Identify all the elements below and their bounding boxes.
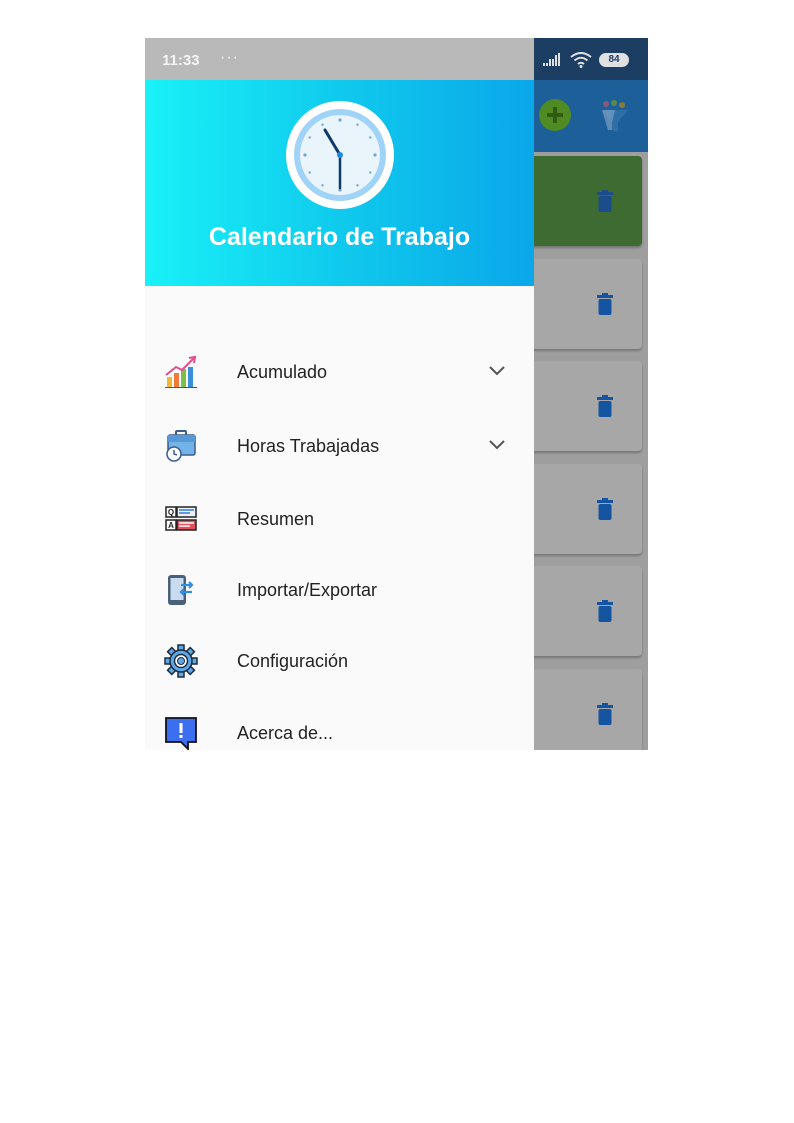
menu-item-configuracion[interactable]: Configuración — [145, 633, 534, 689]
background-card[interactable] — [520, 259, 642, 349]
filter-icon[interactable] — [600, 100, 630, 134]
background-card[interactable] — [520, 669, 642, 750]
background-card[interactable] — [520, 464, 642, 554]
battery-indicator: 84 — [599, 53, 629, 67]
menu-item-label: Acerca de... — [237, 723, 334, 743]
trash-icon[interactable] — [597, 293, 613, 315]
background-card[interactable] — [520, 156, 642, 246]
phone-screen: 84 11:33 ··· Calendario de Trabajo Acumu… — [145, 38, 648, 750]
info-message-icon — [165, 717, 197, 750]
signal-icon — [543, 53, 560, 66]
trash-icon[interactable] — [597, 190, 613, 212]
gear-icon — [164, 644, 198, 678]
qa-summary-icon: Q A — [165, 506, 197, 531]
menu-item-label: Horas Trabajadas — [237, 436, 380, 456]
trash-icon[interactable] — [597, 703, 613, 725]
chevron-down-icon[interactable] — [488, 364, 506, 378]
menu-item-acerca-de[interactable]: Acerca de... — [145, 705, 534, 750]
status-indicators: 84 — [543, 51, 643, 69]
chevron-down-icon[interactable] — [488, 438, 506, 452]
menu-item-acumulado[interactable]: Acumulado — [145, 344, 534, 400]
trash-icon[interactable] — [597, 395, 613, 417]
wifi-icon — [570, 52, 592, 68]
menu-item-importar-exportar[interactable]: Importar/Exportar — [145, 562, 534, 618]
background-card[interactable] — [520, 361, 642, 451]
menu-item-resumen[interactable]: Q A Resumen — [145, 491, 534, 547]
menu-item-horas-trabajadas[interactable]: Horas Trabajadas — [145, 418, 534, 474]
menu-item-label: Acumulado — [237, 362, 328, 382]
drawer-title: Calendario de Trabajo — [208, 223, 471, 251]
clock-icon — [286, 101, 394, 209]
menu-item-label: Importar/Exportar — [237, 580, 378, 600]
svg-text:A: A — [168, 521, 174, 530]
status-time: 11:33 — [162, 52, 200, 69]
briefcase-clock-icon — [166, 430, 196, 462]
trash-icon[interactable] — [597, 600, 613, 622]
chart-growth-icon — [165, 355, 197, 388]
trash-icon[interactable] — [597, 498, 613, 520]
drawer-header: Calendario de Trabajo — [145, 80, 534, 286]
background-card[interactable] — [520, 566, 642, 656]
menu-item-label: Configuración — [237, 651, 349, 671]
add-icon[interactable] — [539, 99, 571, 131]
status-bar: 11:33 ··· — [145, 38, 534, 80]
phone-transfer-icon — [168, 575, 194, 605]
menu-item-label: Resumen — [237, 509, 315, 529]
svg-text:Q: Q — [168, 508, 174, 517]
navigation-drawer: Calendario de Trabajo Acumulado Horas Tr… — [145, 80, 534, 750]
status-more-icon: ··· — [220, 49, 239, 66]
